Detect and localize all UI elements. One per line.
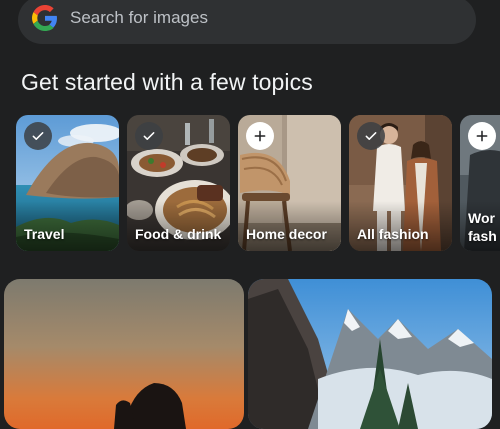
topic-label: Food & drink: [135, 226, 222, 242]
topic-add-badge[interactable]: [468, 122, 496, 150]
topic-label: Home decor: [246, 226, 327, 242]
topic-selected-badge[interactable]: [135, 122, 163, 150]
plus-icon: [254, 130, 266, 142]
topic-label: All fashion: [357, 226, 429, 242]
topic-selected-badge[interactable]: [24, 122, 52, 150]
result-image-mountain-lake[interactable]: [248, 279, 492, 429]
topics-carousel[interactable]: Travel Food & drink Home decor All fashi…: [16, 115, 500, 251]
topic-add-badge[interactable]: [246, 122, 274, 150]
check-icon: [143, 132, 155, 140]
topic-card-partial[interactable]: Wor fash: [460, 115, 500, 251]
topic-card-food-drink[interactable]: Food & drink: [127, 115, 230, 251]
mountain-lake-photo: [248, 279, 492, 429]
sunset-silhouette-photo: [4, 279, 244, 429]
topic-selected-badge[interactable]: [357, 122, 385, 150]
section-title: Get started with a few topics: [21, 69, 313, 95]
topic-label: Wor fash: [468, 210, 497, 244]
result-image-sunset[interactable]: [4, 279, 244, 429]
topic-card-travel[interactable]: Travel: [16, 115, 119, 251]
check-icon: [32, 132, 44, 140]
topic-label: Travel: [24, 226, 65, 242]
topic-card-all-fashion[interactable]: All fashion: [349, 115, 452, 251]
search-bar[interactable]: Search for images: [18, 0, 476, 44]
search-input[interactable]: Search for images: [70, 5, 208, 31]
check-icon: [365, 132, 377, 140]
google-g-icon: [32, 5, 57, 31]
topic-card-home-decor[interactable]: Home decor: [238, 115, 341, 251]
plus-icon: [476, 130, 488, 142]
